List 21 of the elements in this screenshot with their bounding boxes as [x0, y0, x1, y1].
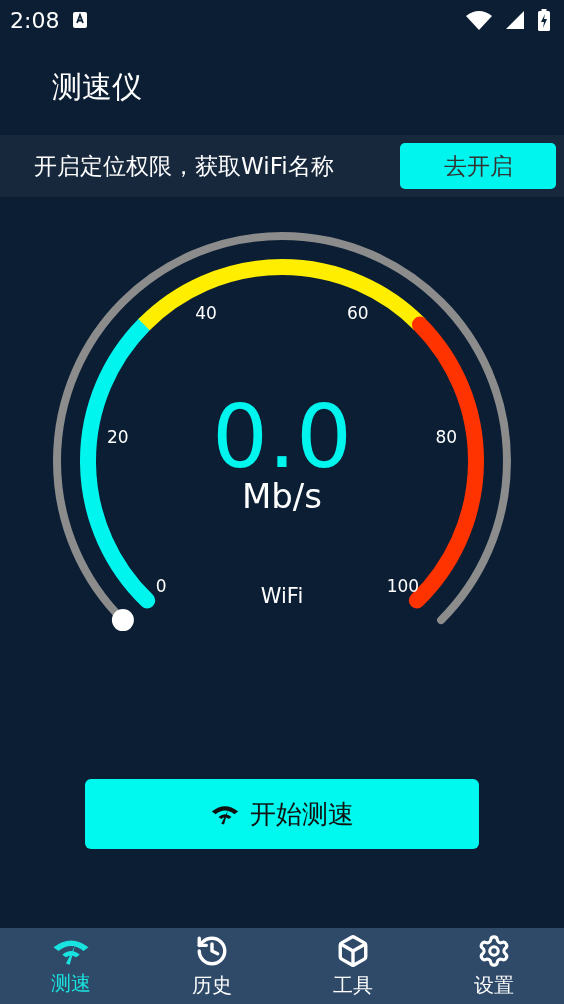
- gauge-tick-label: 0: [155, 576, 167, 597]
- gauge-needle-dot: [111, 609, 134, 632]
- status-time: 2:08: [10, 7, 60, 33]
- signal-icon: [506, 11, 524, 29]
- wifi-icon: [466, 10, 492, 30]
- network-type: WiFi: [260, 584, 304, 608]
- gauge-tick-label: 40: [195, 303, 217, 324]
- start-test-button[interactable]: 开始测速: [85, 779, 479, 849]
- nav-tab[interactable]: 设置: [423, 928, 564, 1004]
- nav-tab[interactable]: 工具: [282, 928, 423, 1004]
- nav-tab[interactable]: 历史: [141, 928, 282, 1004]
- banner-text: 开启定位权限，获取WiFi名称: [34, 151, 334, 181]
- nav-tab[interactable]: 测速: [0, 928, 141, 1004]
- enable-button[interactable]: 去开启: [400, 143, 556, 189]
- gauge-tick-label: 60: [347, 303, 369, 324]
- gauge-tick-label: 20: [106, 426, 129, 447]
- notification-icon: [73, 12, 88, 28]
- gauge-tick-label: 80: [435, 426, 458, 447]
- gauge-tick-label: 100: [386, 576, 420, 597]
- page-title: 测速仪: [52, 68, 142, 106]
- battery-icon: [538, 9, 550, 31]
